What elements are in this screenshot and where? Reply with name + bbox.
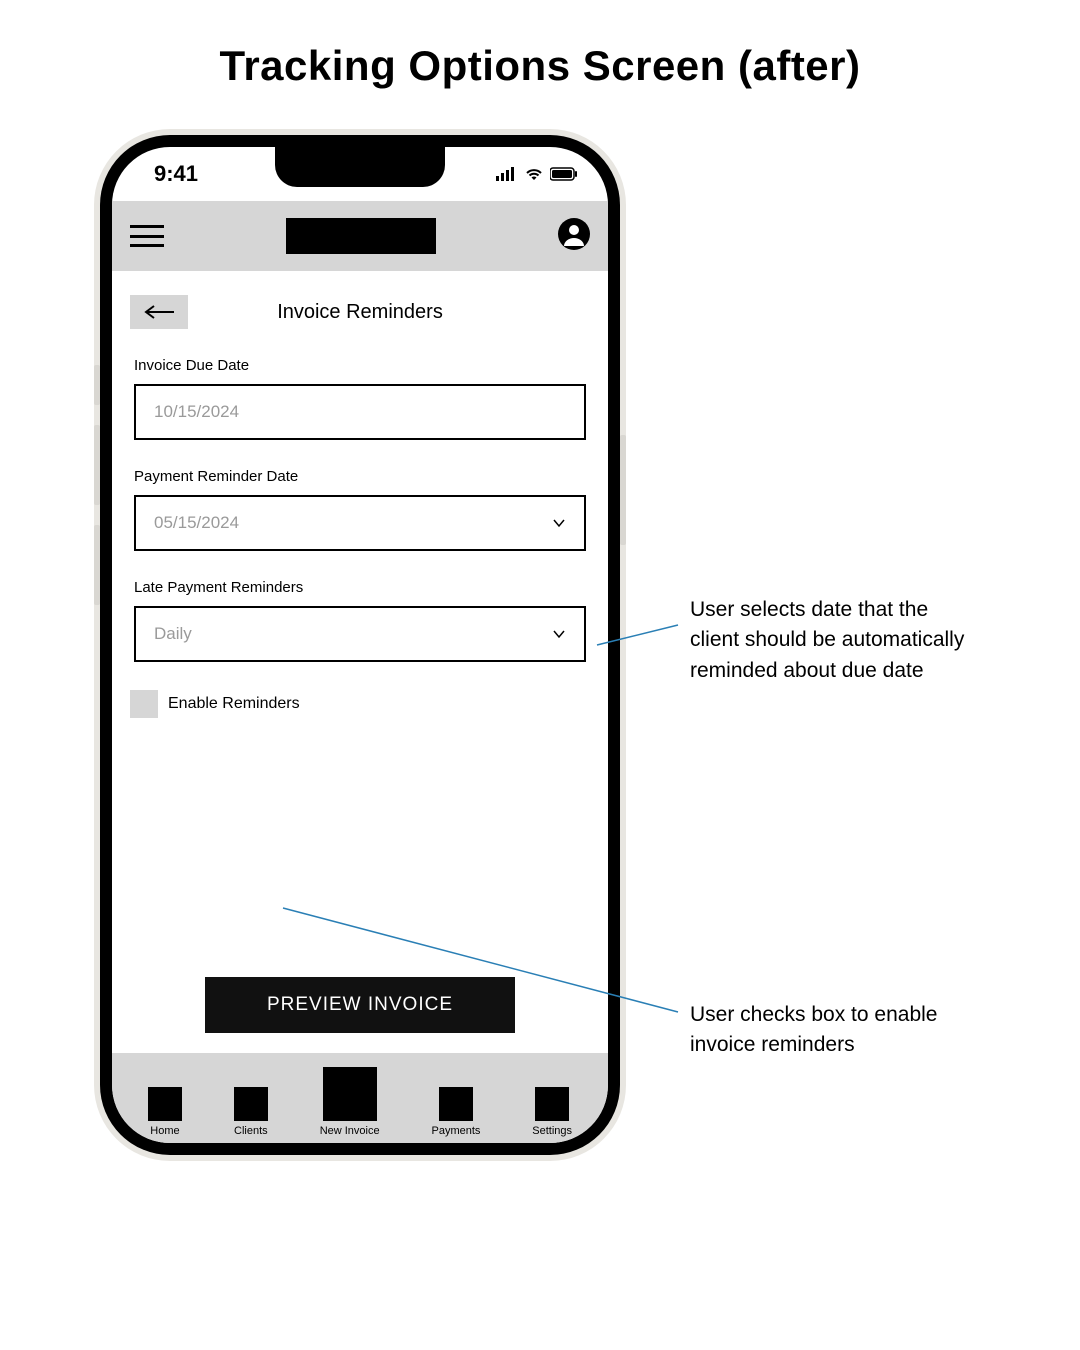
annotation-reminder-date: User selects date that the client should… <box>690 595 970 686</box>
annotation-enable-checkbox: User checks box to enable invoice remind… <box>690 1000 970 1061</box>
phone-notch <box>275 147 445 187</box>
